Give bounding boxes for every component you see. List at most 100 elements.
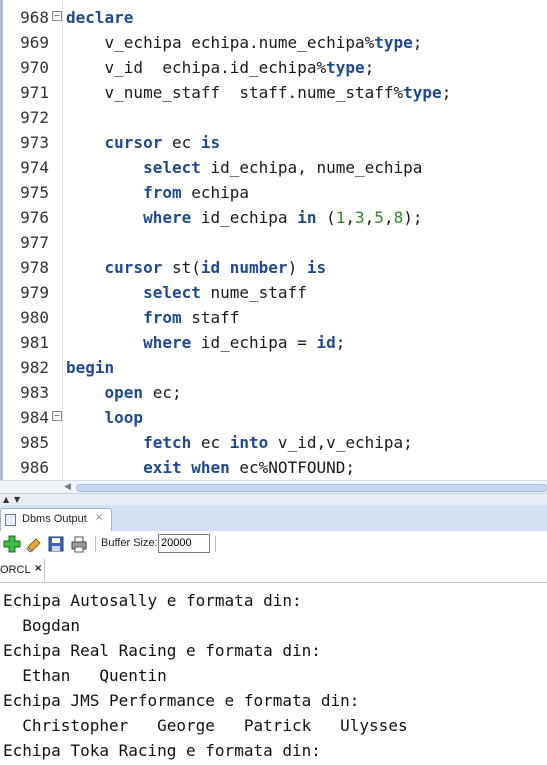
line-number: 985: [20, 433, 49, 452]
keyword-token: exit: [143, 458, 182, 477]
code-line[interactable]: 976 where id_echipa in (1,3,5,8);: [3, 205, 547, 230]
keyword-token: type: [374, 33, 413, 52]
output-line: Ethan Quentin: [3, 666, 167, 685]
code-line[interactable]: 985 fetch ec into v_id,v_echipa;: [3, 430, 547, 455]
output-line: Christopher George Patrick Ulysses: [3, 716, 408, 735]
keyword-token: declare: [66, 8, 134, 27]
print-button[interactable]: [70, 535, 88, 553]
enable-output-button[interactable]: [3, 535, 21, 553]
code-token: ): [287, 258, 307, 277]
splitter-down-arrow-icon[interactable]: ▼: [14, 494, 20, 505]
keyword-token: where: [143, 208, 192, 227]
line-number: 972: [20, 108, 49, 127]
code-token: v_echipa echipa.nume_echipa%: [66, 33, 375, 52]
dbms-output-text[interactable]: Echipa Autosally e formata din: Bogdan Ec…: [0, 588, 547, 765]
output-line: Echipa JMS Performance e formata din:: [3, 691, 360, 710]
code-line[interactable]: 983 open ec;: [3, 380, 547, 405]
code-line[interactable]: 982 begin: [3, 355, 547, 380]
code-token: ,: [364, 208, 375, 227]
keyword-token: open: [104, 383, 144, 402]
code-token: ;: [364, 58, 375, 77]
keyword-token: from: [143, 308, 182, 327]
code-line[interactable]: 973 cursor ec is: [3, 130, 547, 155]
line-number: 968: [20, 8, 49, 27]
code-line[interactable]: 977: [3, 230, 547, 255]
keyword-token: loop: [104, 408, 144, 427]
tab-orcl[interactable]: ORCL ×: [0, 559, 45, 581]
code-editor[interactable]: 968− declare 969 v_echipa echipa.nume_echi…: [0, 0, 547, 480]
code-text: begin: [66, 355, 114, 380]
code-token: st(: [162, 258, 201, 277]
keyword-token: from: [143, 183, 182, 202]
code-text: from echipa: [66, 180, 249, 205]
code-line[interactable]: 975 from echipa: [3, 180, 547, 205]
number-token: 8: [393, 208, 404, 227]
dbms-output-icon: [5, 514, 16, 526]
output-line: Echipa Real Racing e formata din:: [3, 641, 321, 660]
code-token: ;: [441, 83, 452, 102]
code-token: staff: [181, 308, 240, 327]
code-text: exit when ec%NOTFOUND;: [66, 455, 355, 480]
close-icon[interactable]: ×: [34, 563, 42, 574]
keyword-token: cursor: [104, 133, 163, 152]
code-token: v_nume_staff staff.nume_staff%: [66, 83, 404, 102]
number-token: 1: [335, 208, 346, 227]
line-number: 977: [20, 233, 49, 252]
save-icon: [48, 536, 64, 552]
keyword-token: type: [403, 83, 442, 102]
code-line[interactable]: 986 exit when ec%NOTFOUND;: [3, 455, 547, 480]
line-number: 969: [20, 33, 49, 52]
code-line[interactable]: 968− declare: [3, 5, 547, 30]
fold-toggle-icon[interactable]: −: [52, 411, 62, 421]
code-text: fetch ec into v_id,v_echipa;: [66, 430, 413, 455]
editor-horizontal-scrollbar[interactable]: ◀: [0, 480, 547, 494]
code-line[interactable]: 974 select id_echipa, nume_echipa: [3, 155, 547, 180]
code-line[interactable]: 981 where id_echipa = id;: [3, 330, 547, 355]
code-line[interactable]: 978 cursor st(id number) is: [3, 255, 547, 280]
clear-button[interactable]: [25, 535, 43, 553]
keyword-token: fetch: [143, 433, 192, 452]
tab-dbms-output-label: Dbms Output: [22, 513, 87, 525]
code-text: from staff: [66, 305, 239, 330]
code-line[interactable]: 972: [3, 105, 547, 130]
fold-toggle-icon[interactable]: −: [52, 11, 62, 21]
code-text: where id_echipa in (1,3,5,8);: [66, 205, 422, 230]
code-line[interactable]: 980 from staff: [3, 305, 547, 330]
code-line[interactable]: 970 v_id echipa.id_echipa%type;: [3, 55, 547, 80]
line-number: 978: [20, 258, 49, 277]
line-number: 979: [20, 283, 49, 302]
save-button[interactable]: [47, 535, 65, 553]
close-icon[interactable]: ×: [95, 512, 103, 523]
code-line[interactable]: 971 v_nume_staff staff.nume_staff%type;: [3, 80, 547, 105]
keyword-token: select: [143, 158, 201, 177]
code-token: );: [403, 208, 423, 227]
scroll-left-icon[interactable]: ◀: [64, 482, 71, 492]
code-text: select nume_staff: [66, 280, 307, 305]
splitter-up-arrow-icon[interactable]: ▲: [3, 494, 9, 505]
tab-dbms-output[interactable]: Dbms Output ×: [0, 508, 112, 531]
code-token: v_id,v_echipa;: [268, 433, 413, 452]
code-line[interactable]: 984− loop: [3, 405, 547, 430]
keyword-token: is: [200, 133, 221, 152]
code-token: ,: [345, 208, 356, 227]
code-token: ec%NOTFOUND;: [229, 458, 355, 477]
keyword-token: cursor: [104, 258, 163, 277]
buffer-size-input[interactable]: 20000: [158, 534, 210, 553]
code-text: open ec;: [66, 380, 182, 405]
add-icon: [3, 535, 21, 553]
code-line[interactable]: 979 select nume_staff: [3, 280, 547, 305]
keyword-token: type: [326, 58, 365, 77]
toolbar-separator: [95, 536, 96, 552]
code-line[interactable]: 969 v_echipa echipa.nume_echipa%type;: [3, 30, 547, 55]
scrollbar-thumb[interactable]: [76, 484, 547, 492]
code-text: v_nume_staff staff.nume_staff%type;: [66, 80, 452, 105]
code-token: v_id echipa.id_echipa%: [66, 58, 327, 77]
line-number: 981: [20, 333, 49, 352]
